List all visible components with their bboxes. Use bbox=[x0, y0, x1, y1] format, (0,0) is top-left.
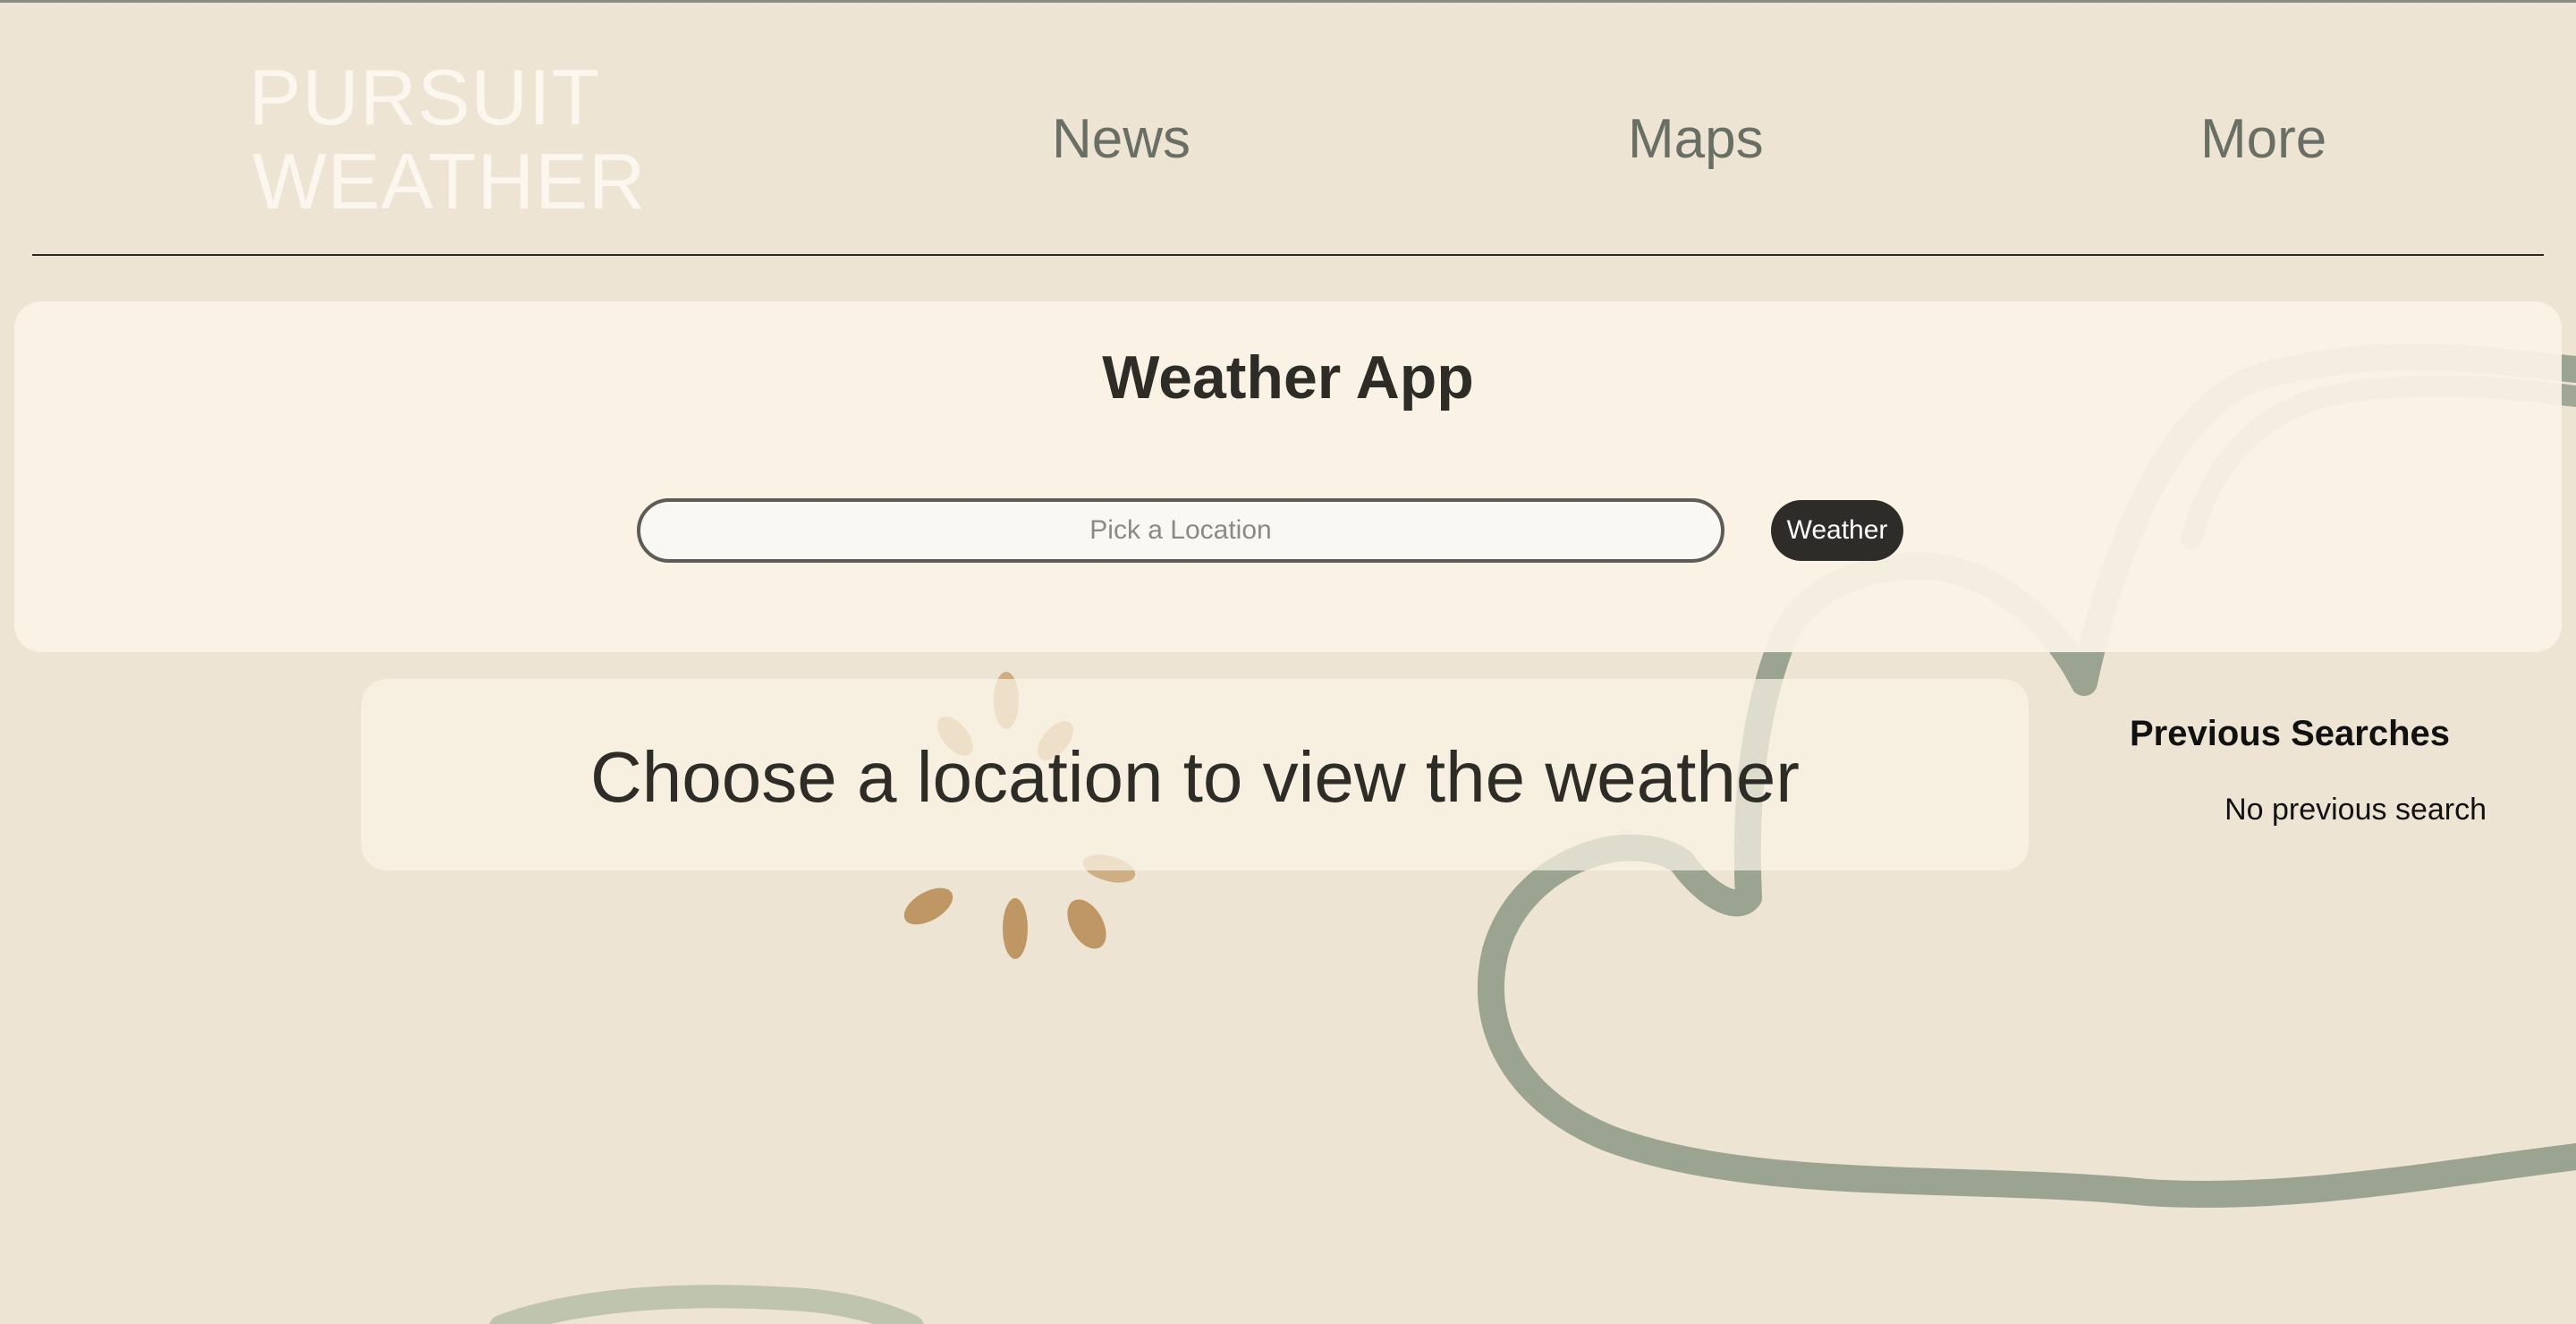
search-card: Weather App Weather bbox=[14, 301, 2562, 652]
logo-text-pursuit: PURSUIT bbox=[249, 53, 601, 141]
location-search-input[interactable] bbox=[637, 498, 1724, 563]
weather-button[interactable]: Weather bbox=[1771, 500, 1903, 561]
bottom-squiggle bbox=[489, 1285, 924, 1324]
page: PURSUIT WEATHER News Maps More Weather A… bbox=[0, 0, 2576, 1324]
weather-prompt-text: Choose a location to view the weather bbox=[590, 737, 1800, 817]
page-title: Weather App bbox=[1102, 344, 1474, 412]
nav-link-maps[interactable]: Maps bbox=[1628, 104, 1764, 175]
previous-searches-heading: Previous Searches bbox=[2130, 714, 2450, 753]
nav-link-more[interactable]: More bbox=[2200, 104, 2326, 175]
weather-message-card: Choose a location to view the weather bbox=[361, 679, 2029, 870]
site-logo[interactable]: PURSUIT WEATHER bbox=[249, 33, 645, 225]
logo-text-weather: WEATHER bbox=[252, 137, 647, 225]
previous-searches-empty-text: No previous search bbox=[2224, 793, 2487, 827]
header-divider bbox=[32, 254, 2544, 256]
nav-link-news[interactable]: News bbox=[1052, 104, 1191, 175]
